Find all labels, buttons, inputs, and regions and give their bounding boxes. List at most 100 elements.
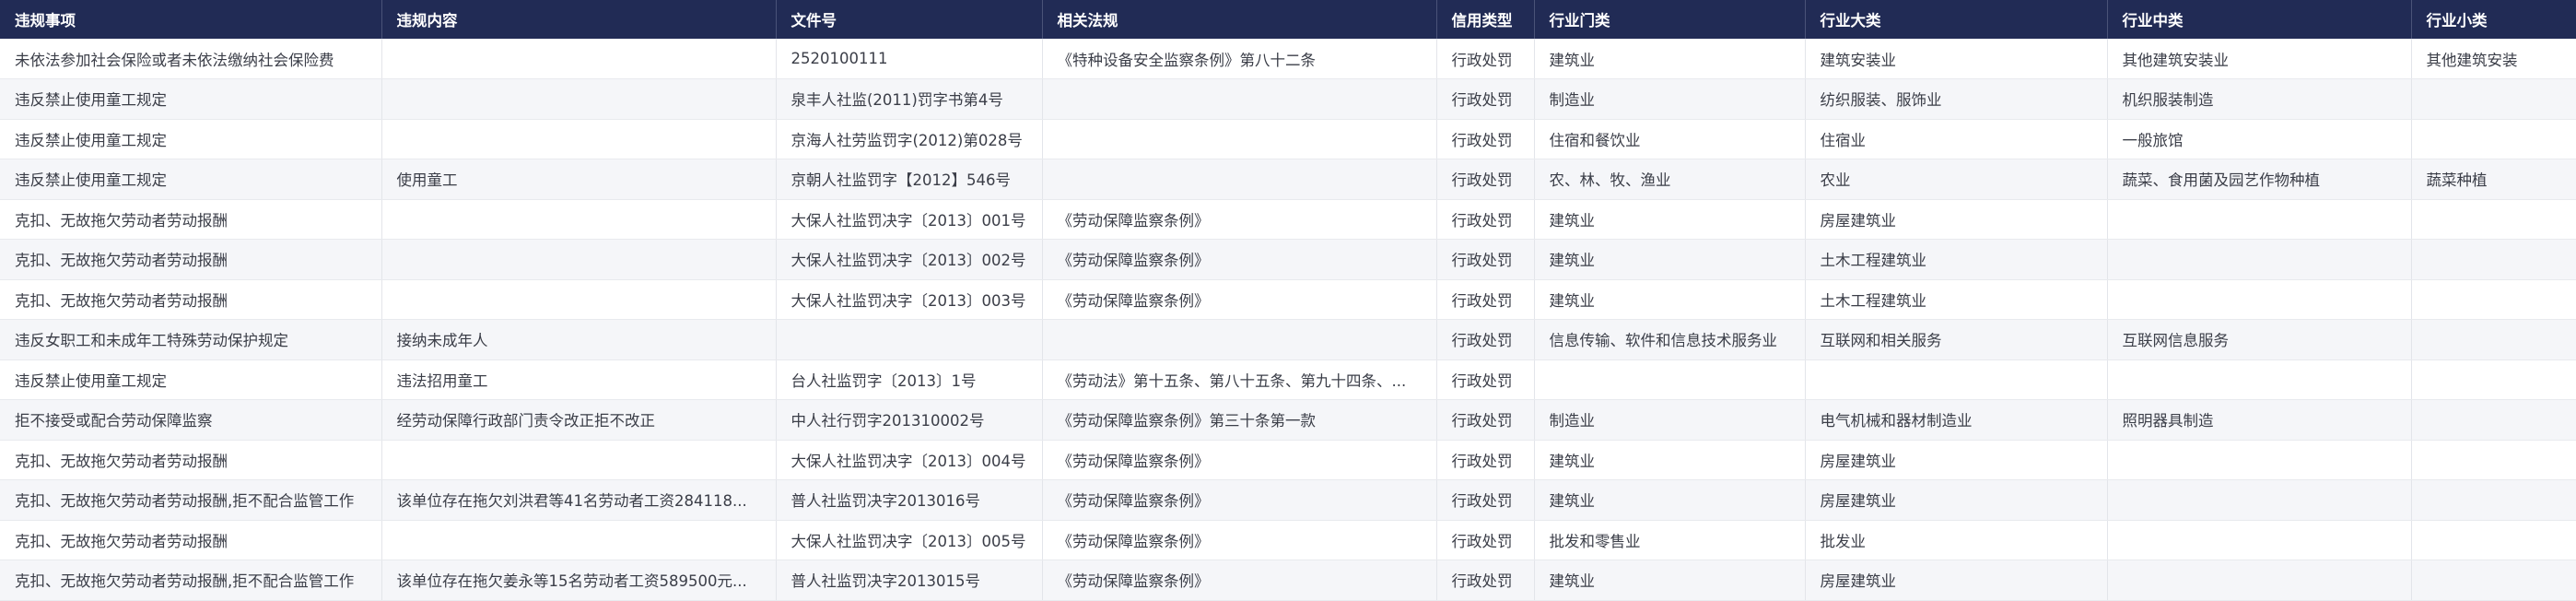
cell-industry-group: 蔬菜、食用菌及园艺作物种植 — [2107, 159, 2412, 200]
cell-violation-item: 克扣、无故拖欠劳动者劳动报酬 — [0, 520, 382, 560]
cell-related-regulation: 《劳动保障监察条例》 — [1042, 520, 1437, 560]
cell-credit-type: 行政处罚 — [1436, 119, 1535, 159]
cell-violation-item: 克扣、无故拖欠劳动者劳动报酬 — [0, 279, 382, 320]
table-row[interactable]: 未依法参加社会保险或者未依法缴纳社会保险费 2520100111 《特种设备安全监察… — [0, 39, 2576, 79]
column-header-document-number[interactable]: 文件号 — [776, 0, 1043, 39]
cell-document-number: 普人社监罚决字2013016号 — [776, 479, 1043, 521]
cell-violation-item: 违反禁止使用童工规定 — [0, 119, 382, 159]
cell-credit-type: 行政处罚 — [1436, 359, 1535, 400]
column-header-violation-content[interactable]: 违规内容 — [381, 0, 777, 39]
cell-related-regulation: 《劳动保障监察条例》 — [1042, 239, 1437, 280]
cell-related-regulation — [1042, 319, 1437, 360]
cell-industry-group — [2107, 440, 2412, 480]
cell-credit-type: 行政处罚 — [1436, 520, 1535, 560]
cell-industry-division: 农业 — [1805, 159, 2108, 200]
cell-industry-group: 照明器具制造 — [2107, 399, 2412, 441]
cell-industry-group: 互联网信息服务 — [2107, 319, 2412, 360]
cell-industry-division: 纺织服装、服饰业 — [1805, 78, 2108, 120]
cell-credit-type: 行政处罚 — [1436, 479, 1535, 521]
cell-violation-item: 违反禁止使用童工规定 — [0, 359, 382, 400]
cell-industry-group — [2107, 359, 2412, 400]
cell-industry-class — [2411, 399, 2576, 441]
table-row[interactable]: 违反女职工和未成年工特殊劳动保护规定 接纳未成年人 行政处罚 信息传输、软件和信息技术… — [0, 319, 2576, 360]
table-row[interactable]: 违反禁止使用童工规定 使用童工 京朝人社监罚字【2012】546号 行政处罚 农、林、牧… — [0, 159, 2576, 200]
cell-industry-section: 制造业 — [1534, 78, 1806, 120]
cell-industry-class — [2411, 199, 2576, 240]
cell-document-number: 台人社监罚字〔2013〕1号 — [776, 359, 1043, 400]
cell-credit-type: 行政处罚 — [1436, 239, 1535, 280]
table-row[interactable]: 克扣、无故拖欠劳动者劳动报酬 大保人社监罚决字〔2013〕005号 《劳动保障监察条… — [0, 520, 2576, 560]
cell-credit-type: 行政处罚 — [1436, 319, 1535, 360]
cell-industry-section: 住宿和餐饮业 — [1534, 119, 1806, 159]
cell-industry-division: 电气机械和器材制造业 — [1805, 399, 2108, 441]
cell-industry-class — [2411, 78, 2576, 120]
table-row[interactable]: 克扣、无故拖欠劳动者劳动报酬 大保人社监罚决字〔2013〕004号 《劳动保障监察条… — [0, 440, 2576, 480]
cell-industry-class — [2411, 520, 2576, 560]
cell-credit-type: 行政处罚 — [1436, 39, 1535, 79]
cell-industry-division: 土木工程建筑业 — [1805, 239, 2108, 280]
cell-related-regulation: 《劳动保障监察条例》 — [1042, 560, 1437, 601]
cell-industry-group: 机织服装制造 — [2107, 78, 2412, 120]
cell-industry-division: 房屋建筑业 — [1805, 440, 2108, 480]
cell-industry-section — [1534, 359, 1806, 400]
cell-document-number: 泉丰人社监(2011)罚字书第4号 — [776, 78, 1043, 120]
column-header-industry-section[interactable]: 行业门类 — [1534, 0, 1806, 39]
table-row[interactable]: 违反禁止使用童工规定 泉丰人社监(2011)罚字书第4号 行政处罚 制造业 纺织服装、服… — [0, 78, 2576, 120]
cell-violation-content: 接纳未成年人 — [381, 319, 777, 360]
cell-violation-item: 未依法参加社会保险或者未依法缴纳社会保险费 — [0, 39, 382, 79]
cell-document-number: 大保人社监罚决字〔2013〕002号 — [776, 239, 1043, 280]
cell-credit-type: 行政处罚 — [1436, 78, 1535, 120]
cell-document-number: 大保人社监罚决字〔2013〕004号 — [776, 440, 1043, 480]
table-row[interactable]: 克扣、无故拖欠劳动者劳动报酬 大保人社监罚决字〔2013〕002号 《劳动保障监察条… — [0, 239, 2576, 280]
column-header-violation-item[interactable]: 违规事项 — [0, 0, 382, 39]
cell-industry-section: 建筑业 — [1534, 440, 1806, 480]
cell-related-regulation — [1042, 159, 1437, 200]
cell-industry-group — [2107, 279, 2412, 320]
column-header-credit-type[interactable]: 信用类型 — [1436, 0, 1535, 39]
cell-violation-content: 该单位存在拖欠姜永等15名劳动者工资589500元... — [381, 560, 777, 601]
cell-document-number: 2520100111 — [776, 39, 1043, 79]
cell-industry-class — [2411, 119, 2576, 159]
cell-violation-item: 克扣、无故拖欠劳动者劳动报酬 — [0, 239, 382, 280]
cell-related-regulation: 《劳动保障监察条例》 — [1042, 279, 1437, 320]
column-header-related-regulation[interactable]: 相关法规 — [1042, 0, 1437, 39]
cell-industry-section: 建筑业 — [1534, 239, 1806, 280]
cell-related-regulation: 《劳动保障监察条例》 — [1042, 199, 1437, 240]
table-row[interactable]: 违反禁止使用童工规定 违法招用童工 台人社监罚字〔2013〕1号 《劳动法》第十五条、… — [0, 359, 2576, 400]
cell-credit-type: 行政处罚 — [1436, 279, 1535, 320]
cell-violation-item: 违反禁止使用童工规定 — [0, 159, 382, 200]
table-row[interactable]: 克扣、无故拖欠劳动者劳动报酬 大保人社监罚决字〔2013〕001号 《劳动保障监察条… — [0, 199, 2576, 240]
table-row[interactable]: 克扣、无故拖欠劳动者劳动报酬 大保人社监罚决字〔2013〕003号 《劳动保障监察条… — [0, 279, 2576, 320]
column-header-industry-class[interactable]: 行业小类 — [2411, 0, 2576, 39]
cell-violation-content — [381, 39, 777, 79]
cell-industry-division: 批发业 — [1805, 520, 2108, 560]
column-header-industry-group[interactable]: 行业中类 — [2107, 0, 2412, 39]
cell-related-regulation: 《劳动保障监察条例》第三十条第一款 — [1042, 399, 1437, 441]
cell-industry-group — [2107, 479, 2412, 521]
cell-document-number: 大保人社监罚决字〔2013〕003号 — [776, 279, 1043, 320]
table-row[interactable]: 拒不接受或配合劳动保障监察 经劳动保障行政部门责令改正拒不改正 中人社行罚字2013… — [0, 399, 2576, 441]
cell-document-number: 京海人社劳监罚字(2012)第028号 — [776, 119, 1043, 159]
cell-document-number: 中人社行罚字201310002号 — [776, 399, 1043, 441]
table-row[interactable]: 克扣、无故拖欠劳动者劳动报酬,拒不配合监管工作 该单位存在拖欠姜永等15名劳动者工… — [0, 560, 2576, 601]
cell-credit-type: 行政处罚 — [1436, 199, 1535, 240]
table-row[interactable]: 克扣、无故拖欠劳动者劳动报酬,拒不配合监管工作 该单位存在拖欠刘洪君等41名劳动者… — [0, 479, 2576, 521]
cell-related-regulation — [1042, 78, 1437, 120]
cell-industry-section: 建筑业 — [1534, 199, 1806, 240]
cell-industry-section: 建筑业 — [1534, 560, 1806, 601]
cell-violation-content — [381, 520, 777, 560]
column-header-industry-division[interactable]: 行业大类 — [1805, 0, 2108, 39]
cell-industry-class — [2411, 440, 2576, 480]
cell-industry-section: 农、林、牧、渔业 — [1534, 159, 1806, 200]
cell-violation-item: 拒不接受或配合劳动保障监察 — [0, 399, 382, 441]
cell-violation-item: 克扣、无故拖欠劳动者劳动报酬 — [0, 440, 382, 480]
table-row[interactable]: 违反禁止使用童工规定 京海人社劳监罚字(2012)第028号 行政处罚 住宿和餐饮业住… — [0, 119, 2576, 159]
violations-table: 违规事项 违规内容 文件号 相关法规 信用类型 行业门类 行业大类 行业中类 行… — [0, 0, 2576, 601]
cell-industry-division: 住宿业 — [1805, 119, 2108, 159]
cell-industry-section: 批发和零售业 — [1534, 520, 1806, 560]
table-header-row: 违规事项 违规内容 文件号 相关法规 信用类型 行业门类 行业大类 行业中类 行… — [0, 0, 2576, 39]
cell-industry-class — [2411, 239, 2576, 280]
cell-industry-division: 土木工程建筑业 — [1805, 279, 2108, 320]
cell-industry-group — [2107, 560, 2412, 601]
cell-violation-content: 该单位存在拖欠刘洪君等41名劳动者工资284118... — [381, 479, 777, 521]
